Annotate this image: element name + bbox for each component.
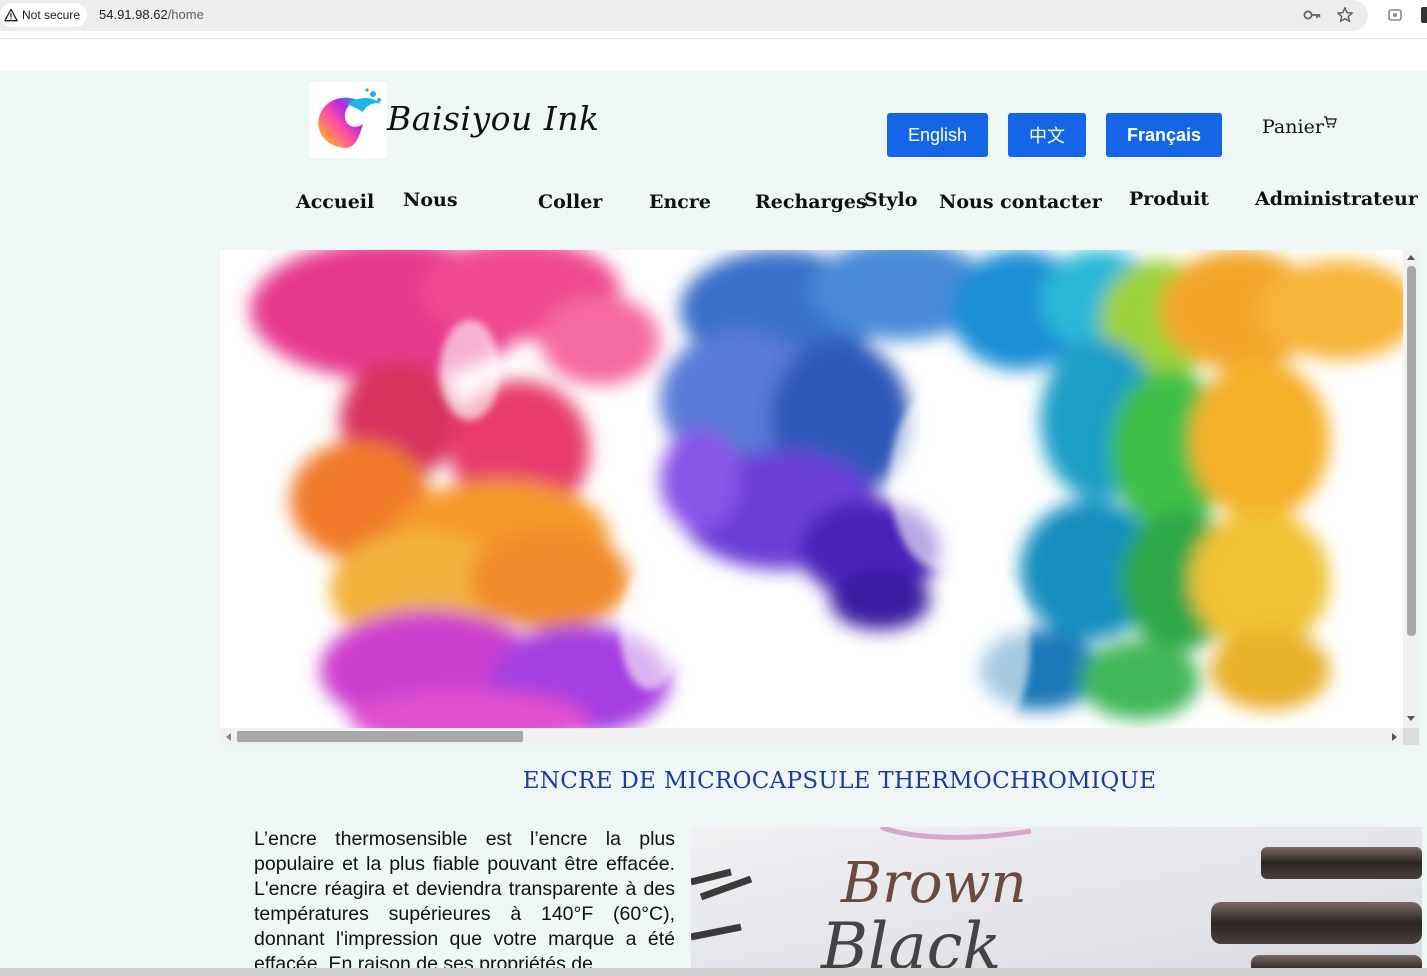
address-bar[interactable]: Not secure 54.91.98.62/home [0, 0, 1368, 31]
language-french-button[interactable]: Français [1106, 113, 1222, 157]
language-chinese-button[interactable]: 中文 [1008, 113, 1086, 157]
product-photo: Brown Black [691, 827, 1422, 968]
browser-toolbar: Not secure 54.91.98.62/home [0, 0, 1427, 39]
scroll-up-icon[interactable] [1407, 255, 1415, 260]
url-text[interactable]: 54.91.98.62/home [99, 7, 204, 22]
profile-edge[interactable] [1421, 7, 1427, 23]
warning-icon [4, 8, 18, 22]
cart-label: Panier [1262, 116, 1324, 138]
scrollbar-corner [1403, 728, 1419, 745]
star-icon[interactable] [1336, 6, 1354, 24]
scroll-left-icon[interactable] [226, 733, 231, 741]
nav-item-administrateur[interactable]: Administrateur [1255, 188, 1418, 210]
brand-logo[interactable] [309, 82, 387, 158]
window-bottom-edge [0, 968, 1427, 976]
extension-icon[interactable] [1386, 6, 1404, 24]
security-label: Not secure [22, 8, 81, 22]
photo-word-brown: Brown [840, 851, 1027, 916]
page-content: Baisiyou Ink English 中文 Français Panier … [0, 71, 1427, 968]
hero-image [220, 250, 1403, 728]
language-english-button[interactable]: English [887, 113, 988, 157]
hero-horizontal-scrollbar[interactable] [220, 728, 1403, 745]
hero-vertical-scrollbar[interactable] [1403, 250, 1419, 728]
logo-swirl-icon [318, 88, 381, 148]
ink-smoke-illustration [250, 250, 1403, 728]
nav-item-produit[interactable]: Produit [1129, 188, 1209, 210]
nav-item-accueil[interactable]: Accueil [296, 191, 374, 213]
horizontal-scroll-thumb[interactable] [237, 731, 523, 742]
nav-item-encre[interactable]: Encre [649, 191, 711, 213]
pen-writing-illustration: Brown Black [691, 827, 1422, 968]
section-title: ENCRE DE MICROCAPSULE THERMOCHROMIQUE [522, 768, 1157, 794]
scroll-down-icon[interactable] [1407, 716, 1415, 721]
brand-name[interactable]: Baisiyou Ink [387, 99, 600, 138]
vertical-scroll-thumb[interactable] [1407, 266, 1416, 636]
photo-word-black: Black [820, 910, 1001, 968]
nav-item-stylo[interactable]: Stylo [864, 189, 917, 211]
scroll-right-icon[interactable] [1392, 733, 1397, 741]
nav-item-coller[interactable]: Coller [538, 191, 602, 213]
key-icon[interactable] [1303, 6, 1321, 24]
hero-carousel[interactable] [220, 250, 1419, 745]
nav-item-nous[interactable]: Nous [403, 189, 458, 211]
cart-icon [1323, 116, 1337, 128]
security-chip[interactable]: Not secure [0, 3, 88, 27]
nav-item-nous-contacter[interactable]: Nous contacter [939, 191, 1102, 213]
cart-link[interactable]: Panier [1262, 116, 1337, 138]
url-path: /home [167, 7, 204, 22]
url-host: 54.91.98.62 [99, 7, 168, 22]
nav-item-recharges[interactable]: Recharges [755, 191, 867, 213]
description-paragraph: L’encre thermosensible est l’encre la pl… [254, 828, 675, 968]
